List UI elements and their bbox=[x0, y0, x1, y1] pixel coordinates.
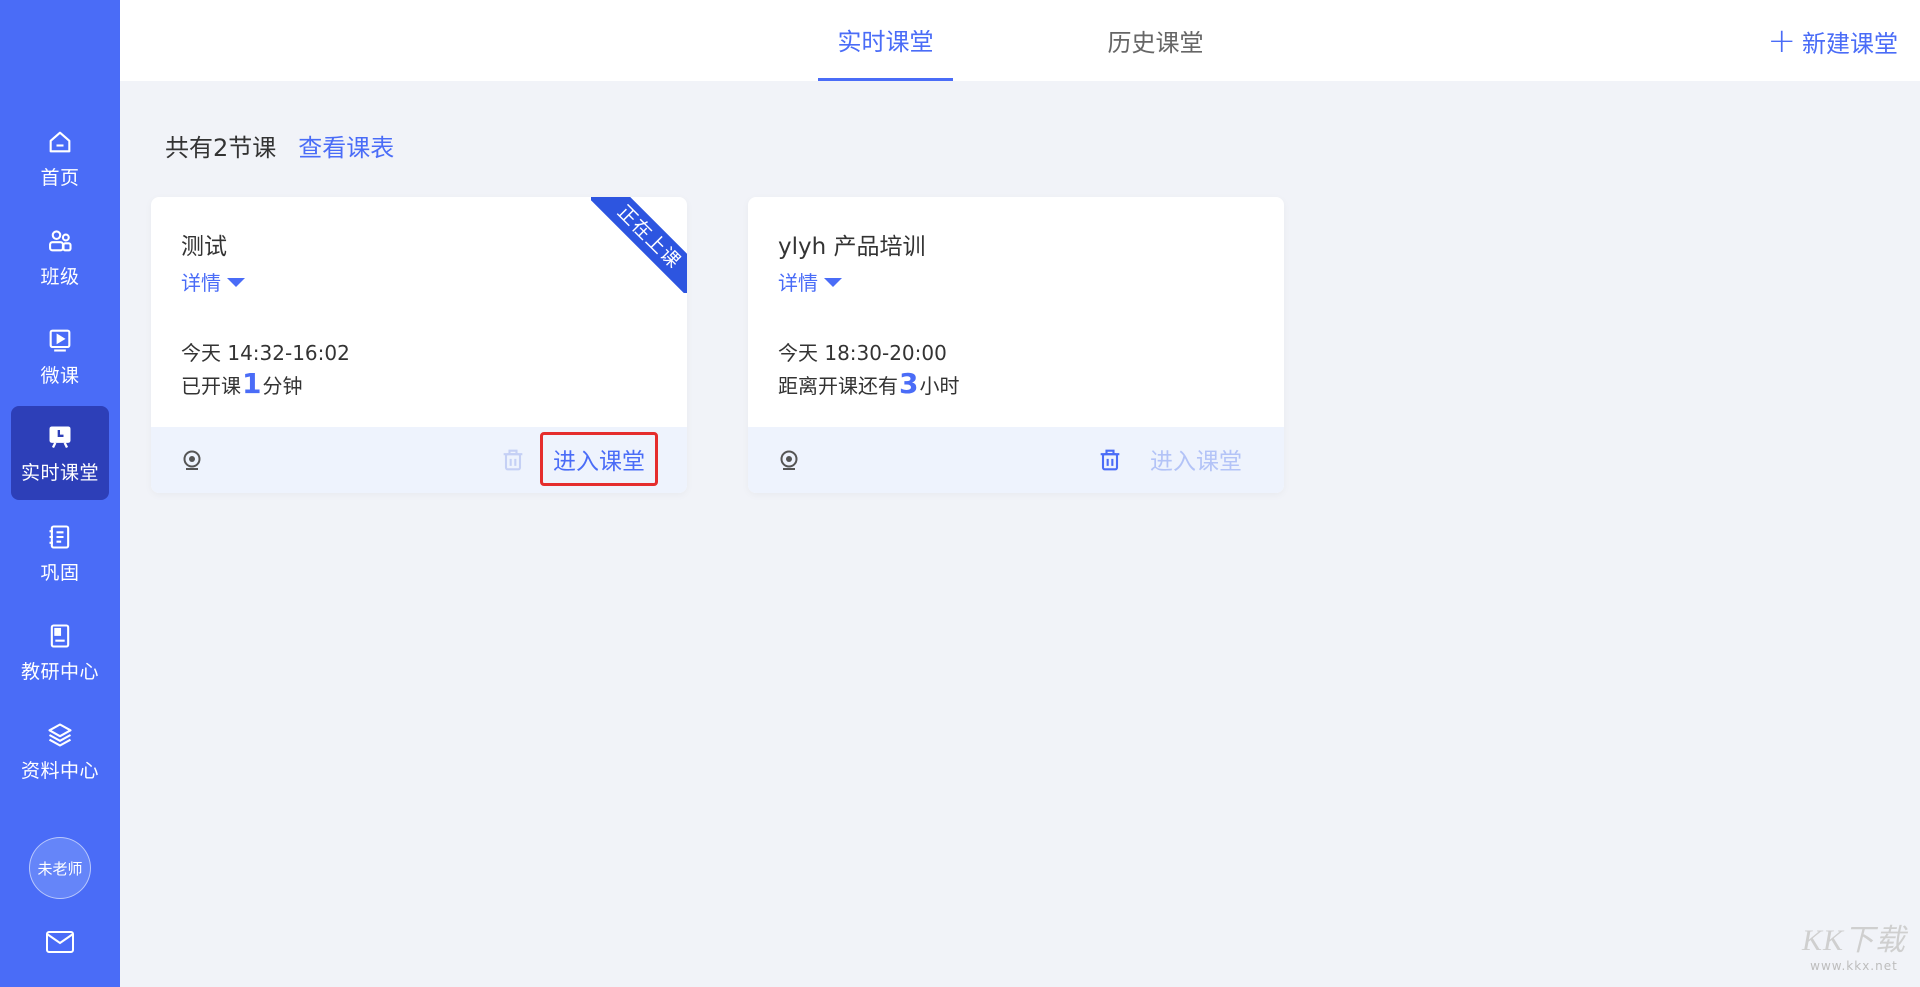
card-time: 今天 18:30-20:00 bbox=[778, 341, 947, 365]
watermark: KK下载 www.kkx.net bbox=[1802, 915, 1906, 973]
new-class-button[interactable]: + 新建课堂 bbox=[1768, 22, 1899, 60]
sidebar-item-resource-center[interactable]: 资料中心 bbox=[11, 704, 109, 798]
sidebar-item-label: 巩固 bbox=[40, 561, 80, 584]
live-classroom-icon bbox=[45, 422, 75, 452]
caret-down-icon bbox=[824, 278, 842, 287]
card-footer: 进入课堂 bbox=[748, 427, 1284, 493]
delete-icon[interactable] bbox=[499, 446, 527, 474]
plus-icon: + bbox=[1767, 21, 1797, 61]
sidebar-item-label: 资料中心 bbox=[20, 759, 99, 782]
status-suffix: 分钟 bbox=[262, 374, 303, 398]
card-status: 已开课 1 分钟 bbox=[181, 367, 302, 400]
caret-down-icon bbox=[227, 278, 245, 287]
tab-live-classroom[interactable]: 实时课堂 bbox=[818, 0, 953, 81]
details-toggle[interactable]: 详情 bbox=[778, 267, 842, 296]
details-toggle[interactable]: 详情 bbox=[181, 267, 245, 296]
status-prefix: 距离开课还有 bbox=[778, 374, 898, 398]
notebook-icon bbox=[45, 522, 75, 552]
details-label: 详情 bbox=[181, 271, 221, 295]
status-number: 1 bbox=[242, 367, 262, 400]
research-book-icon bbox=[45, 621, 75, 651]
status-suffix: 小时 bbox=[919, 374, 960, 398]
sidebar-item-label: 教研中心 bbox=[20, 660, 99, 683]
camera-icon bbox=[181, 449, 203, 471]
sidebar: 首页 班级 微课 实时课堂 巩固 教研中心 资料中心 未老师 bbox=[0, 0, 120, 987]
card-title: ylyh 产品培训 bbox=[778, 234, 926, 260]
sidebar-item-label: 实时课堂 bbox=[20, 461, 99, 484]
home-icon bbox=[45, 127, 75, 157]
live-ribbon-label: 正在上课 bbox=[591, 197, 687, 293]
delete-icon[interactable] bbox=[1096, 446, 1124, 474]
sidebar-item-home[interactable]: 首页 bbox=[11, 111, 109, 205]
status-number: 3 bbox=[899, 367, 919, 400]
card-time: 今天 14:32-16:02 bbox=[181, 341, 350, 365]
class-users-icon bbox=[45, 226, 75, 256]
watermark-url: www.kkx.net bbox=[1810, 959, 1898, 973]
status-prefix: 已开课 bbox=[181, 374, 241, 398]
camera-icon bbox=[778, 449, 800, 471]
card-status: 距离开课还有 3 小时 bbox=[778, 367, 959, 400]
watermark-logo: KK下载 bbox=[1801, 924, 1906, 957]
enter-classroom-button-disabled[interactable]: 进入课堂 bbox=[1137, 432, 1255, 486]
top-bar: 实时课堂 历史课堂 + 新建课堂 bbox=[120, 0, 1920, 81]
micro-lesson-icon bbox=[45, 325, 75, 355]
card-title: 测试 bbox=[181, 234, 227, 260]
avatar[interactable]: 未老师 bbox=[29, 837, 91, 899]
live-ribbon: 正在上课 bbox=[591, 197, 687, 293]
details-label: 详情 bbox=[778, 271, 818, 295]
enter-classroom-button[interactable]: 进入课堂 bbox=[540, 432, 658, 486]
tab-history-classroom[interactable]: 历史课堂 bbox=[1088, 0, 1223, 81]
class-card: ylyh 产品培训 详情 今天 18:30-20:00 距离开课还有 3 小时 … bbox=[748, 197, 1284, 493]
class-summary: 共有2节课 查看课表 bbox=[165, 128, 394, 163]
layers-icon bbox=[45, 720, 75, 750]
sidebar-item-live-classroom[interactable]: 实时课堂 bbox=[11, 406, 109, 500]
sidebar-item-micro-lesson[interactable]: 微课 bbox=[11, 309, 109, 403]
class-count: 共有2节课 bbox=[165, 134, 277, 162]
sidebar-item-research-center[interactable]: 教研中心 bbox=[11, 605, 109, 699]
sidebar-item-class[interactable]: 班级 bbox=[11, 210, 109, 304]
card-footer: 进入课堂 bbox=[151, 427, 687, 493]
sidebar-item-consolidate[interactable]: 巩固 bbox=[11, 506, 109, 600]
sidebar-item-label: 微课 bbox=[40, 364, 80, 387]
mail-icon[interactable] bbox=[43, 925, 77, 959]
new-class-label: 新建课堂 bbox=[1802, 29, 1898, 58]
sidebar-item-label: 班级 bbox=[40, 265, 80, 288]
sidebar-item-label: 首页 bbox=[40, 166, 80, 189]
class-card: 正在上课 测试 详情 今天 14:32-16:02 已开课 1 分钟 进入课堂 bbox=[151, 197, 687, 493]
view-schedule-link[interactable]: 查看课表 bbox=[298, 128, 394, 163]
